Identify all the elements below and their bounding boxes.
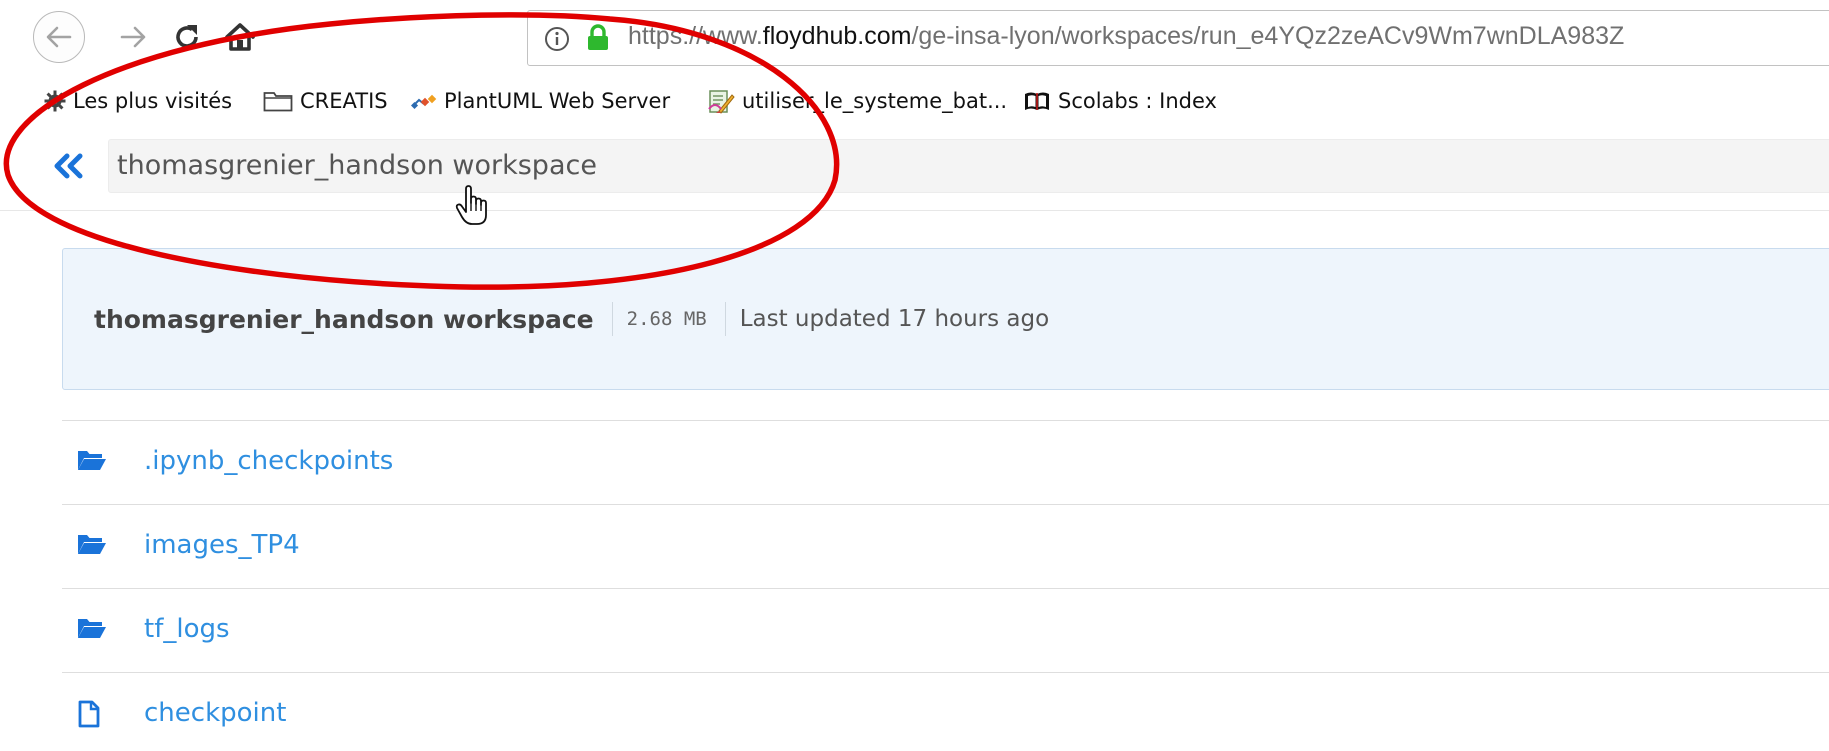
bookmarks-bar: Les plus visités CREATIS PlantUML Web Se… bbox=[0, 80, 1829, 122]
workspace-info-row: thomasgrenier_handson workspace 2.68 MB … bbox=[94, 302, 1049, 336]
file-row-tf-logs[interactable]: tf_logs bbox=[62, 588, 1829, 672]
bookmark-label: utiliser_le_systeme_bat... bbox=[742, 89, 1008, 113]
file-name[interactable]: .ipynb_checkpoints bbox=[144, 446, 393, 476]
workspace-info-panel: thomasgrenier_handson workspace 2.68 MB … bbox=[62, 248, 1829, 390]
divider bbox=[724, 302, 726, 336]
home-button[interactable] bbox=[215, 12, 265, 62]
document-edit-icon bbox=[708, 90, 735, 114]
app-header: thomasgrenier_handson workspace bbox=[0, 130, 1829, 211]
folder-open-icon bbox=[78, 451, 106, 470]
file-list: .ipynb_checkpoints images_TP4 tf_logs ch… bbox=[62, 420, 1829, 751]
last-updated: Last updated 17 hours ago bbox=[739, 306, 1050, 332]
book-icon bbox=[1025, 92, 1049, 110]
bookmark-label: PlantUML Web Server bbox=[444, 89, 671, 113]
hand-pointer-cursor-icon bbox=[455, 185, 487, 225]
url-text[interactable]: https://www.floydhub.com/ge-insa-lyon/wo… bbox=[628, 22, 1624, 51]
address-bar[interactable]: https://www.floydhub.com/ge-insa-lyon/wo… bbox=[527, 10, 1829, 66]
bookmark-creatis[interactable]: CREATIS bbox=[263, 86, 388, 116]
home-icon bbox=[225, 23, 255, 51]
bookmark-plantuml[interactable]: PlantUML Web Server bbox=[411, 86, 670, 116]
gear-icon bbox=[44, 90, 66, 112]
file-name[interactable]: tf_logs bbox=[144, 614, 230, 644]
bookmark-utiliser-le-systeme[interactable]: utiliser_le_systeme_bat... bbox=[707, 86, 1007, 116]
file-row-ipynb-checkpoints[interactable]: .ipynb_checkpoints bbox=[62, 420, 1829, 504]
file-row-checkpoint[interactable]: checkpoint bbox=[62, 672, 1829, 751]
reload-icon bbox=[176, 25, 198, 48]
folder-icon bbox=[263, 92, 293, 112]
bookmark-label: Les plus visités bbox=[73, 89, 233, 113]
url-domain: floydhub.com bbox=[762, 22, 912, 50]
bookmark-scolabs[interactable]: Scolabs : Index bbox=[1023, 86, 1217, 116]
bookmark-les-plus-visites[interactable]: Les plus visités bbox=[44, 86, 232, 116]
workspace-name: thomasgrenier_handson workspace bbox=[94, 304, 594, 334]
workspace-title[interactable]: thomasgrenier_handson workspace bbox=[117, 150, 597, 181]
bookmark-label: CREATIS bbox=[300, 89, 388, 113]
url-prefix: https://www. bbox=[628, 22, 763, 50]
info-icon[interactable] bbox=[544, 26, 570, 52]
back-button[interactable] bbox=[33, 11, 85, 63]
reload-button[interactable] bbox=[162, 12, 212, 62]
file-name[interactable]: checkpoint bbox=[144, 698, 286, 728]
forward-icon bbox=[120, 26, 146, 48]
folder-open-icon bbox=[78, 535, 106, 554]
lock-icon[interactable] bbox=[586, 24, 610, 52]
file-name[interactable]: images_TP4 bbox=[144, 530, 300, 560]
browser-toolbar: https://www.floydhub.com/ge-insa-lyon/wo… bbox=[0, 0, 1829, 78]
screenshot-stage: https://www.floydhub.com/ge-insa-lyon/wo… bbox=[0, 0, 1829, 751]
url-path: /ge-insa-lyon/workspaces/run_e4YQz2zeACv… bbox=[911, 22, 1625, 50]
bookmark-label: Scolabs : Index bbox=[1058, 89, 1217, 113]
double-chevron-left-icon[interactable] bbox=[52, 153, 86, 179]
back-icon bbox=[46, 26, 72, 48]
forward-button[interactable] bbox=[108, 12, 158, 62]
file-row-images-tp4[interactable]: images_TP4 bbox=[62, 504, 1829, 588]
file-icon bbox=[78, 700, 100, 728]
workspace-size: 2.68 MB bbox=[626, 308, 707, 330]
plantuml-icon bbox=[411, 94, 437, 110]
divider bbox=[611, 302, 613, 336]
folder-open-icon bbox=[78, 619, 106, 638]
workspace-title-field[interactable]: thomasgrenier_handson workspace bbox=[108, 139, 1829, 193]
